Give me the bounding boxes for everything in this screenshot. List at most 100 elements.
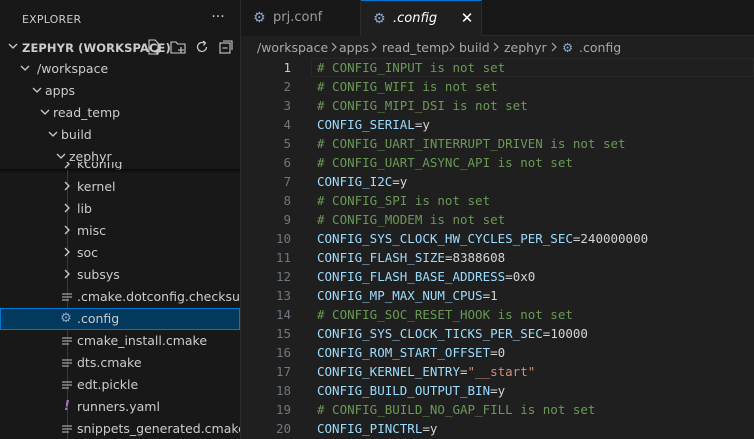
chevron-right-icon <box>329 41 339 53</box>
tree-file-edt-pickle[interactable]: edt.pickle <box>0 374 240 396</box>
chevron-right-icon <box>369 41 379 53</box>
chevron-right-icon <box>447 41 457 53</box>
tree-folder-subsys[interactable]: subsys <box>0 264 240 286</box>
line-number: 9 <box>283 212 291 227</box>
ellipsis-icon[interactable]: ··· <box>209 8 227 26</box>
line-number: 16 <box>275 345 291 360</box>
code-editor[interactable]: 1 # CONFIG_INPUT is not set 2 # CONFIG_WIFI… <box>241 58 754 439</box>
new-file-icon[interactable] <box>145 38 163 56</box>
tree-label: runners.yaml <box>77 399 160 414</box>
tree-folder-misc[interactable]: misc <box>0 220 240 242</box>
tree-file-cmake-install[interactable]: cmake_install.cmake <box>0 330 240 352</box>
sticky-scroll-shadow <box>0 169 240 173</box>
tree-label: cmake_install.cmake <box>77 333 208 348</box>
breadcrumb-item[interactable]: .config <box>579 40 621 55</box>
refresh-icon[interactable] <box>193 38 211 56</box>
lines-icon <box>60 355 74 371</box>
tree-file-runners-yaml[interactable]: ! runners.yaml <box>0 396 240 418</box>
config-key: CONFIG_ROM_START_OFFSET <box>317 345 491 360</box>
tree-label: dts.cmake <box>77 355 142 370</box>
assign-operator: = <box>490 345 498 360</box>
breadcrumb-item[interactable]: /workspace <box>257 40 328 55</box>
breadcrumb-item[interactable]: apps <box>339 40 369 55</box>
config-key: CONFIG_FLASH_SIZE <box>317 250 445 265</box>
lines-icon <box>60 377 74 393</box>
code-assignment: CONFIG_MP_MAX_NUM_CPUS=1 <box>317 286 498 305</box>
tab-prj-conf[interactable]: ⚙ prj.conf <box>241 0 361 36</box>
tree-label: build <box>61 127 92 142</box>
lines-icon <box>60 333 74 349</box>
line-number: 10 <box>275 231 291 246</box>
chevron-right-icon <box>61 201 73 215</box>
code-assignment: CONFIG_KERNEL_ENTRY="__start" <box>317 362 535 381</box>
tree-label: edt.pickle <box>77 377 139 392</box>
tree-file-dts-cmake[interactable]: dts.cmake <box>0 352 240 374</box>
tree-file-cmake-dotconfig-checksum[interactable]: .cmake.dotconfig.checksum <box>0 286 240 308</box>
line-number: 11 <box>275 250 291 265</box>
explorer-header: EXPLORER ··· <box>0 0 240 36</box>
tree-folder-kernel[interactable]: kernel <box>0 176 240 198</box>
assign-operator: = <box>482 288 491 303</box>
tree-label: subsys <box>77 267 120 282</box>
line-number: 15 <box>275 326 291 341</box>
tree-label: read_temp <box>53 105 121 120</box>
collapse-all-icon[interactable] <box>217 38 235 56</box>
tree-folder-soc[interactable]: soc <box>0 242 240 264</box>
code-assignment: CONFIG_FLASH_SIZE=8388608 <box>317 248 505 267</box>
assign-operator: = <box>392 174 400 189</box>
code-comment: # CONFIG_UART_INTERRUPT_DRIVEN is not se… <box>317 136 626 151</box>
line-number: 18 <box>275 383 291 398</box>
config-value: 0x0 <box>512 269 536 284</box>
chevron-right-icon <box>61 179 73 193</box>
breadcrumb-item[interactable]: build <box>459 40 490 55</box>
tree-label: .config <box>77 311 120 326</box>
config-value: y <box>429 421 438 436</box>
gear-icon: ⚙ <box>373 11 386 27</box>
line-number: 8 <box>283 193 291 208</box>
tree-folder-read-temp[interactable]: read_temp <box>0 102 240 124</box>
tree-folder-workspace[interactable]: /workspace <box>0 58 240 80</box>
chevron-down-icon <box>39 105 51 119</box>
tree-file-snippets-generated[interactable]: snippets_generated.cmake <box>0 418 240 439</box>
code-assignment: CONFIG_BUILD_OUTPUT_BIN=y <box>317 381 505 400</box>
close-icon[interactable]: ✕ <box>459 10 475 26</box>
tree-file-config[interactable]: ⚙ .config <box>0 308 240 330</box>
code-assignment: CONFIG_I2C=y <box>317 172 407 191</box>
config-value: 0 <box>497 345 506 360</box>
tree-folder-build[interactable]: build <box>0 124 240 146</box>
line-number: 14 <box>275 307 291 322</box>
config-key: CONFIG_SERIAL <box>317 117 415 132</box>
line-number: 13 <box>275 288 291 303</box>
chevron-down-icon <box>7 39 19 53</box>
breadcrumb: /workspace apps read_temp build zephyr ⚙… <box>241 36 754 58</box>
assign-operator: = <box>490 383 498 398</box>
gear-icon: ⚙ <box>253 10 266 26</box>
config-value: 10000 <box>550 326 588 341</box>
config-value: 240000000 <box>580 231 649 246</box>
code-assignment: CONFIG_PINCTRL=y <box>317 419 437 438</box>
code-comment: # CONFIG_SOC_RESET_HOOK is not set <box>317 307 573 322</box>
config-value: y <box>399 174 408 189</box>
line-number: 4 <box>283 117 291 132</box>
new-folder-icon[interactable] <box>169 38 187 56</box>
code-assignment: CONFIG_SERIAL=y <box>317 115 430 134</box>
tab-config[interactable]: ⚙ .config ✕ <box>361 0 482 37</box>
tree-folder-apps[interactable]: apps <box>0 80 240 102</box>
tree-folder-lib[interactable]: lib <box>0 198 240 220</box>
code-comment: # CONFIG_BUILD_NO_GAP_FILL is not set <box>317 402 596 417</box>
gear-icon: ⚙ <box>562 40 574 55</box>
assign-operator: = <box>422 421 430 436</box>
breadcrumb-item[interactable]: read_temp <box>382 40 449 55</box>
tree-label: misc <box>77 223 107 238</box>
workspace-root[interactable]: ZEPHYR (WORKSPACE) <box>0 36 240 58</box>
gear-icon: ⚙ <box>60 311 72 326</box>
chevron-down-icon <box>31 83 43 97</box>
line-number: 19 <box>275 402 291 417</box>
config-key: CONFIG_I2C <box>317 174 393 189</box>
line-number: 2 <box>283 79 291 94</box>
line-number: 5 <box>283 136 291 151</box>
line-number: 7 <box>283 174 291 189</box>
breadcrumb-item[interactable]: zephyr <box>504 40 547 55</box>
chevron-right-icon <box>549 41 559 53</box>
chevron-down-icon <box>55 149 67 163</box>
